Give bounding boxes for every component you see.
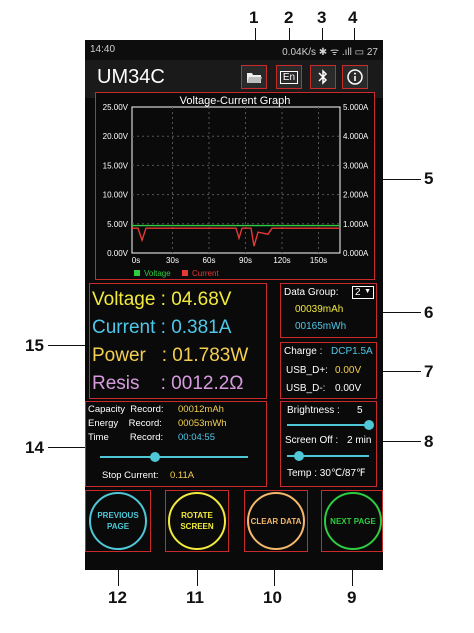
brightness-track[interactable]	[287, 424, 369, 426]
legend-voltage-swatch	[134, 270, 140, 276]
app-title: UM34C	[97, 66, 165, 88]
status-time: 14:40	[90, 44, 116, 55]
legend-voltage-label: Voltage	[144, 269, 171, 278]
callout-6: 6	[424, 303, 434, 322]
x-tick: 120s	[273, 256, 290, 265]
callout-3: 3	[317, 8, 327, 27]
data-group-panel: Data Group: 2 ▼ 00039mAh 00165mWh	[280, 283, 377, 338]
leader-8	[380, 441, 421, 442]
temperature-reading: Temp : 30℃/87℉	[287, 468, 366, 479]
record-panel: Capacity Record: 00012mAh Energy Record:…	[85, 401, 267, 487]
previous-page-button[interactable]: PREVIOUS PAGE	[89, 492, 147, 550]
y-tick-left: 10.00V	[103, 191, 129, 200]
callout-12: 12	[108, 588, 127, 607]
y-tick-right: 5.000A	[343, 103, 369, 112]
screen-off-label: Screen Off :	[285, 435, 339, 446]
current-reading: Current : 0.381A	[92, 317, 232, 338]
data-group-mwh: 00165mWh	[295, 321, 347, 332]
callout-4: 4	[348, 8, 358, 27]
y-tick-left: 0.00V	[107, 249, 129, 258]
screen-off-slider-knob[interactable]	[294, 451, 305, 461]
folder-open-icon[interactable]	[241, 65, 267, 89]
phone-screen: 14:40 0.04K/s ✱ ᯤ .ıll ▭ 27 UM34C En Vol…	[85, 40, 383, 570]
language-label: En	[279, 70, 299, 84]
settings-panel: Brightness : 5 Screen Off : 2 min Temp :…	[280, 401, 377, 487]
usb-dm-label: USB_D-:	[286, 383, 326, 394]
leader-14	[48, 447, 88, 448]
readings-panel: Voltage : 04.68V Current : 0.381A Power …	[89, 283, 267, 399]
clear-data-button[interactable]: CLEAR DATA	[247, 492, 305, 550]
leader-7	[380, 371, 421, 372]
x-tick: 30s	[166, 256, 179, 265]
rotate-screen-button[interactable]: ROTATE SCREEN	[168, 492, 226, 550]
callout-9: 9	[347, 588, 357, 607]
energy-record-value: 00053mWh	[178, 418, 227, 429]
plot-frame	[131, 106, 341, 254]
y-tick-left: 20.00V	[103, 132, 129, 141]
language-icon[interactable]: En	[276, 65, 302, 89]
callout-8: 8	[424, 432, 434, 451]
next-page-button[interactable]: NEXT PAGE	[324, 492, 382, 550]
data-group-label: Data Group:	[284, 287, 339, 298]
brightness-slider-knob[interactable]	[364, 420, 374, 430]
time-record-value: 00:04:55	[178, 432, 215, 443]
brightness-value: 5	[357, 405, 363, 416]
info-icon[interactable]	[342, 65, 368, 89]
callout-1: 1	[249, 8, 259, 27]
capacity-record-value: 00012mAh	[178, 404, 224, 415]
callout-11: 11	[186, 588, 204, 607]
stop-current-track[interactable]	[100, 456, 248, 458]
x-tick: 0s	[132, 256, 140, 265]
chevron-down-icon: ▼	[364, 288, 371, 295]
graph-plot: 25.00V 5.000A 20.00V 4.000A 15.00V 3.000A 10.0…	[103, 103, 369, 278]
y-tick-right: 3.000A	[343, 161, 369, 170]
voltage-reading: Voltage : 04.68V	[92, 289, 232, 310]
y-tick-left: 15.00V	[103, 161, 129, 170]
capacity-record-label: Capacity Record:	[88, 404, 164, 415]
data-group-value: 2	[355, 287, 361, 298]
data-group-mah: 00039mAh	[295, 304, 344, 315]
time-record-label: Time Record:	[88, 432, 164, 443]
current-series-line	[132, 227, 340, 247]
callout-2: 2	[284, 8, 294, 27]
leader-15	[48, 345, 88, 346]
charge-panel: Charge : DCP1.5A USB_D+: 0.00V USB_D-: 0…	[280, 342, 377, 399]
legend-current-label: Current	[192, 269, 219, 278]
callout-10: 10	[263, 588, 282, 607]
usb-dm-value: 0.00V	[335, 383, 362, 394]
voltage-current-graph: Voltage-Current Graph 25.00V 5.000A 20.00V…	[95, 92, 375, 280]
callout-7: 7	[424, 362, 434, 381]
legend-current-swatch	[182, 270, 188, 276]
y-tick-right: 0.000A	[343, 249, 369, 258]
x-tick: 60s	[203, 256, 216, 265]
y-tick-left: 25.00V	[103, 103, 129, 112]
x-tick: 150s	[310, 256, 327, 265]
y-tick-left: 5.00V	[107, 220, 129, 229]
callout-15: 15	[25, 336, 44, 355]
y-tick-right: 4.000A	[343, 132, 369, 141]
y-tick-right: 1.000A	[343, 220, 369, 229]
charge-label: Charge :	[284, 346, 323, 357]
callout-14: 14	[25, 438, 44, 457]
y-tick-right: 2.000A	[343, 191, 369, 200]
screen-off-value: 2 min	[347, 435, 372, 446]
power-reading: Power : 01.783W	[92, 345, 249, 366]
bluetooth-icon[interactable]	[310, 65, 336, 89]
x-tick: 90s	[239, 256, 252, 265]
energy-record-label: Energy Record:	[88, 418, 162, 429]
leader-6	[380, 312, 421, 313]
charge-mode: DCP1.5A	[331, 346, 373, 357]
brightness-label: Brightness :	[287, 405, 340, 416]
usb-dp-value: 0.00V	[335, 365, 362, 376]
status-bar: 14:40 0.04K/s ✱ ᯤ .ıll ▭ 27	[85, 40, 383, 60]
resistance-reading: Resis : 0012.2Ω	[92, 373, 244, 394]
status-indicators: 0.04K/s ✱ ᯤ .ıll ▭ 27	[282, 47, 378, 58]
callout-5: 5	[424, 169, 434, 188]
usb-dp-label: USB_D+:	[286, 365, 328, 376]
stop-current-slider-knob[interactable]	[149, 452, 160, 462]
data-group-select[interactable]: 2 ▼	[352, 286, 374, 299]
stop-current-label: Stop Current:	[102, 470, 159, 481]
stop-current-value: 0.11A	[170, 470, 195, 481]
